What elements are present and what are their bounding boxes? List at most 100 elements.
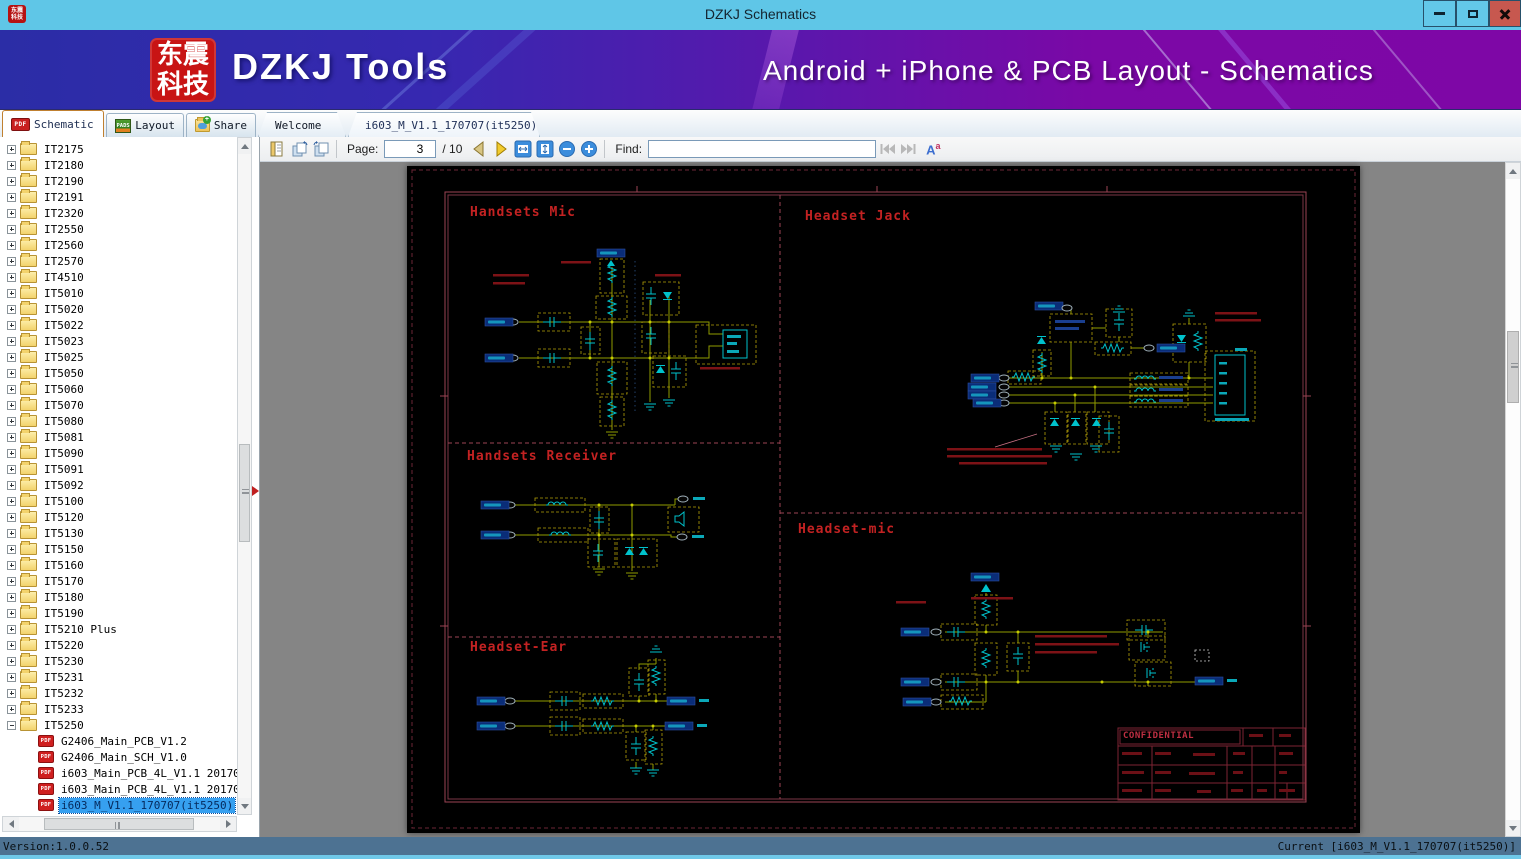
- viewer-vscroll-thumb[interactable]: [1507, 331, 1519, 403]
- expand-plus-icon[interactable]: [7, 448, 16, 458]
- expand-plus-icon[interactable]: [7, 544, 16, 554]
- expand-plus-icon[interactable]: [7, 256, 16, 266]
- tree-folder-row[interactable]: IT2560: [0, 237, 237, 253]
- rotate-right-button[interactable]: [310, 138, 332, 160]
- tree-folder-row[interactable]: IT5130: [0, 525, 237, 541]
- tab-document[interactable]: i603_M_V1.1_170707(it5250): [348, 112, 540, 137]
- expand-plus-icon[interactable]: [7, 576, 16, 586]
- expand-plus-icon[interactable]: [7, 704, 16, 714]
- zoom-out-button[interactable]: [556, 138, 578, 160]
- tree-folder-row[interactable]: IT5120: [0, 509, 237, 525]
- expand-plus-icon[interactable]: [7, 608, 16, 618]
- tree-folder-row[interactable]: IT5010: [0, 285, 237, 301]
- maximize-button[interactable]: [1456, 0, 1489, 27]
- tab-layout[interactable]: PADS Layout: [106, 113, 184, 137]
- tree-folder-row[interactable]: IT5190: [0, 605, 237, 621]
- tree-folder-row[interactable]: IT2190: [0, 173, 237, 189]
- page-input[interactable]: [384, 140, 437, 158]
- expand-plus-icon[interactable]: [7, 464, 16, 474]
- expand-plus-icon[interactable]: [7, 496, 16, 506]
- minimize-button[interactable]: [1423, 0, 1456, 27]
- tree-folder-row[interactable]: IT5092: [0, 477, 237, 493]
- tree-folder-row[interactable]: IT5220: [0, 637, 237, 653]
- collapse-minus-icon[interactable]: [7, 720, 16, 730]
- tree-folder-row-expanded[interactable]: IT5250: [0, 717, 237, 733]
- tree-folder-row[interactable]: IT5022: [0, 317, 237, 333]
- close-button[interactable]: [1489, 0, 1521, 27]
- fit-width-button[interactable]: [512, 138, 534, 160]
- scroll-up-button[interactable]: [238, 138, 251, 154]
- tab-share[interactable]: + Share: [186, 113, 256, 137]
- tab-schematic[interactable]: PDF Schematic: [2, 110, 104, 137]
- previous-page-button[interactable]: [468, 138, 490, 160]
- expand-plus-icon[interactable]: [7, 288, 16, 298]
- tree-folder-row[interactable]: IT2191: [0, 189, 237, 205]
- tree-folder-row[interactable]: IT5210 Plus: [0, 621, 237, 637]
- find-input[interactable]: [648, 140, 877, 158]
- tree-file-row[interactable]: PDF i603_Main_PCB_4L_V1.1 20170707: [0, 781, 237, 797]
- tree-folder-row[interactable]: IT5180: [0, 589, 237, 605]
- tree-folder-row[interactable]: IT5070: [0, 397, 237, 413]
- scroll-right-button[interactable]: [220, 817, 236, 831]
- expand-plus-icon[interactable]: [7, 192, 16, 202]
- expand-plus-icon[interactable]: [7, 560, 16, 570]
- expand-plus-icon[interactable]: [7, 400, 16, 410]
- tree-file-row[interactable]: PDF G2406_Main_SCH_V1.0: [0, 749, 237, 765]
- expand-plus-icon[interactable]: [7, 672, 16, 682]
- tree-folder-row[interactable]: IT5090: [0, 445, 237, 461]
- schematic-viewer[interactable]: Handsets Mic Headset Jack Handsets Recei…: [260, 162, 1521, 837]
- tree-file-row[interactable]: PDF i603_Main_PCB_4L_V1.1 20170707: [0, 765, 237, 781]
- zoom-in-button[interactable]: [578, 138, 600, 160]
- scroll-left-button[interactable]: [3, 817, 19, 831]
- scroll-up-button[interactable]: [1506, 163, 1520, 179]
- expand-plus-icon[interactable]: [7, 144, 16, 154]
- find-next-button[interactable]: [898, 138, 920, 160]
- tab-welcome[interactable]: Welcome: [258, 112, 346, 137]
- tree-folder-row[interactable]: IT5081: [0, 429, 237, 445]
- scroll-down-button[interactable]: [238, 798, 251, 814]
- tree-horizontal-scrollbar[interactable]: [2, 816, 237, 832]
- tree-folder-row[interactable]: IT2570: [0, 253, 237, 269]
- expand-plus-icon[interactable]: [7, 304, 16, 314]
- notes-button[interactable]: [266, 138, 288, 160]
- expand-plus-icon[interactable]: [7, 240, 16, 250]
- next-page-button[interactable]: [490, 138, 512, 160]
- viewer-vertical-scrollbar[interactable]: [1505, 162, 1521, 837]
- tree-folder-row[interactable]: IT5080: [0, 413, 237, 429]
- expand-plus-icon[interactable]: [7, 656, 16, 666]
- expand-plus-icon[interactable]: [7, 352, 16, 362]
- tree-folder-row[interactable]: IT2175: [0, 141, 237, 157]
- expand-plus-icon[interactable]: [7, 592, 16, 602]
- expand-plus-icon[interactable]: [7, 320, 16, 330]
- tree-folder-row[interactable]: IT2320: [0, 205, 237, 221]
- expand-plus-icon[interactable]: [7, 640, 16, 650]
- rotate-left-button[interactable]: [288, 138, 310, 160]
- tree-folder-row[interactable]: IT5050: [0, 365, 237, 381]
- find-previous-button[interactable]: [876, 138, 898, 160]
- tree-folder-row[interactable]: IT5023: [0, 333, 237, 349]
- tree-vertical-scrollbar[interactable]: [237, 137, 252, 815]
- tree-folder-row[interactable]: IT5170: [0, 573, 237, 589]
- expand-plus-icon[interactable]: [7, 432, 16, 442]
- sidebar-splitter-arrow[interactable]: [252, 486, 259, 496]
- tree-file-row[interactable]: PDF i603_M_V1.1_170707(it5250): [0, 796, 237, 814]
- expand-plus-icon[interactable]: [7, 624, 16, 634]
- tree-folder-row[interactable]: IT5060: [0, 381, 237, 397]
- tree-folder-row[interactable]: IT5150: [0, 541, 237, 557]
- expand-plus-icon[interactable]: [7, 384, 16, 394]
- expand-plus-icon[interactable]: [7, 224, 16, 234]
- tree-folder-row[interactable]: IT2180: [0, 157, 237, 173]
- fit-page-button[interactable]: [534, 138, 556, 160]
- tree-folder-row[interactable]: IT5025: [0, 349, 237, 365]
- expand-plus-icon[interactable]: [7, 528, 16, 538]
- tree-folder-row[interactable]: IT5233: [0, 701, 237, 717]
- match-case-button[interactable]: Aa: [926, 141, 940, 157]
- expand-plus-icon[interactable]: [7, 208, 16, 218]
- expand-plus-icon[interactable]: [7, 176, 16, 186]
- tree-folder-row[interactable]: IT5232: [0, 685, 237, 701]
- tree-folder-row[interactable]: IT2550: [0, 221, 237, 237]
- expand-plus-icon[interactable]: [7, 336, 16, 346]
- expand-plus-icon[interactable]: [7, 272, 16, 282]
- expand-plus-icon[interactable]: [7, 688, 16, 698]
- expand-plus-icon[interactable]: [7, 512, 16, 522]
